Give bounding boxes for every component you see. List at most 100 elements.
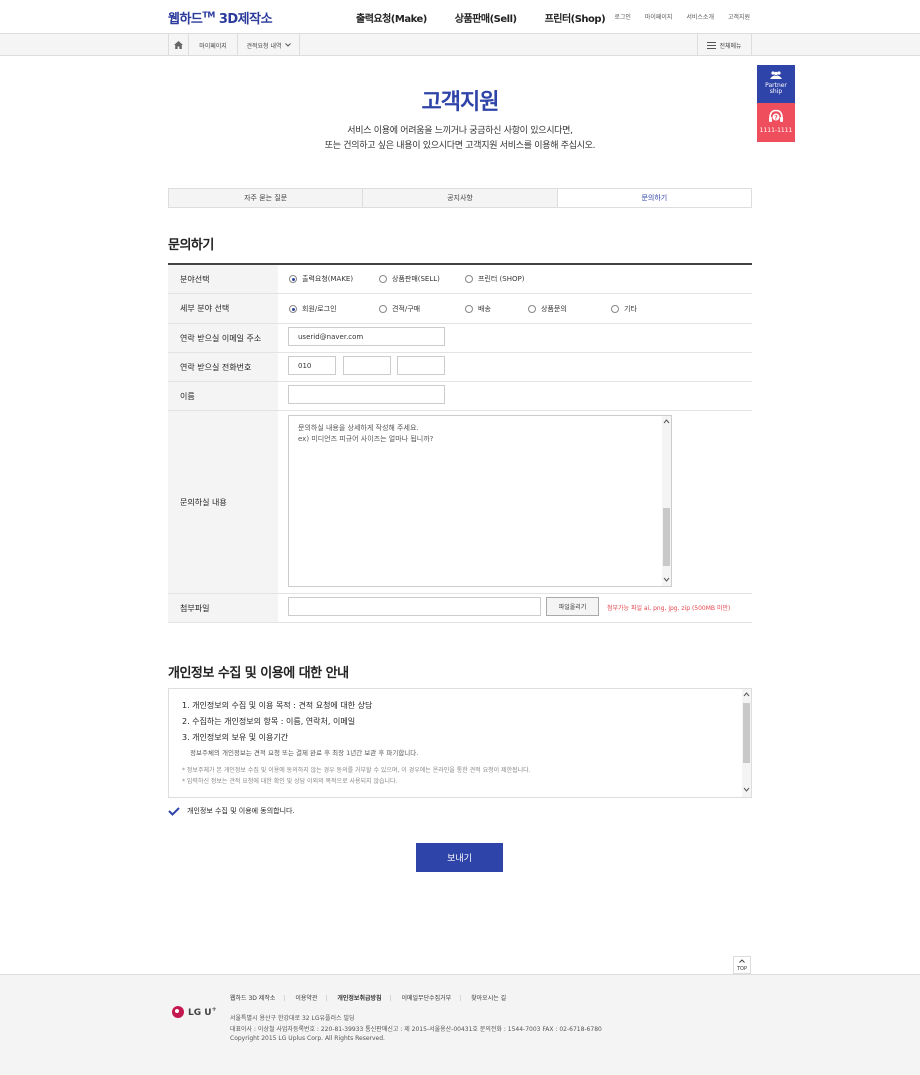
radio-dot — [465, 305, 473, 313]
content-line-1: 문의하실 내용을 상세하게 작성해 주세요. — [298, 424, 419, 432]
privacy-item-1: 1. 개인정보의 수집 및 이용 목적 : 견적 요청에 대한 상담 — [182, 701, 373, 710]
radio-sub-product[interactable]: 상품문의 — [528, 304, 567, 314]
tab-inquiry[interactable]: 문의하기 — [557, 189, 751, 207]
submit-button[interactable]: 보내기 — [416, 843, 503, 872]
content-textarea[interactable]: 문의하실 내용을 상세하게 작성해 주세요. ex) 미디언즈 피규어 사이즈는… — [288, 415, 672, 587]
file-path-field[interactable] — [288, 597, 541, 616]
privacy-item-2: 2. 수집하는 개인정보의 항목 : 이름, 연락처, 이메일 — [182, 717, 356, 726]
phone-field-2[interactable] — [343, 356, 391, 375]
page-title: 고객지원 — [421, 90, 500, 115]
all-menu-label: 전체메뉴 — [719, 42, 742, 50]
phone-field-3[interactable] — [397, 356, 445, 375]
radio-label: 기타 — [624, 305, 637, 313]
tab-notice[interactable]: 공지사항 — [363, 189, 558, 207]
name-field[interactable] — [288, 385, 445, 404]
content-line-2: ex) 미디언즈 피규어 사이즈는 얼마나 됩니까? — [298, 435, 434, 443]
radio-dot — [465, 275, 473, 283]
field-label: 분야선택 — [168, 265, 278, 293]
breadcrumb-estimates-label: 견적요청 내역 — [246, 42, 282, 50]
all-menu-button[interactable]: 전체메뉴 — [697, 34, 752, 56]
footer-link-directions[interactable]: 찾아오시는 길 — [471, 995, 506, 1002]
arrow-up-icon — [739, 959, 745, 963]
privacy-scrollbar[interactable] — [742, 689, 751, 797]
email-field[interactable]: userid@naver.com — [288, 327, 445, 346]
radio-label: 배송 — [478, 305, 491, 313]
file-label: 첨부파일 — [168, 594, 278, 622]
breadcrumb-estimates[interactable]: 견적요청 내역 — [238, 34, 300, 56]
radio-label: 출력요청(MAKE) — [302, 275, 354, 283]
radio-field-sell[interactable]: 상품판매(SELL) — [379, 274, 440, 284]
checkmark-icon — [168, 806, 180, 816]
page-description-line-2: 또는 건의하고 싶은 내용이 있으시다면 고객지원 서비스를 이용해 주십시오. — [324, 141, 596, 151]
file-note: 첨부가능 파일 ai, png, jpg, zip (500MB 미만) — [607, 605, 731, 612]
main-nav: 출력요청(Make) 상품판매(Sell) 프린터(Shop) — [356, 10, 630, 25]
radio-sub-delivery[interactable]: 배송 — [465, 304, 491, 314]
name-label: 이름 — [168, 382, 278, 410]
privacy-note-2: * 입력하신 정보는 견적 요청에 대한 확인 및 상담 이외의 목적으로 사용… — [182, 778, 398, 785]
form-row-phone: 연락 받으실 전화번호 — [168, 353, 752, 382]
form-row-name: 이름 — [168, 382, 752, 411]
file-upload-button[interactable]: 파일올리기 — [546, 597, 599, 616]
util-login[interactable]: 로그인 — [614, 14, 631, 21]
nav-shop[interactable]: 프린터(Shop) — [545, 14, 606, 25]
footer-copyright: Copyright 2015 LG Uplus Corp. All Rights… — [230, 1035, 385, 1042]
footer-links: 웹하드 3D 제작소 | 이용약관 | 개인정보취급방침 | 이메일무단수집거부 | 찾… — [230, 995, 507, 1002]
radio-dot — [289, 275, 297, 283]
form-row-email: 연락 받으실 이메일 주소 — [168, 324, 752, 353]
radio-dot — [611, 305, 619, 313]
radio-sub-login[interactable]: 회원/로그인 — [289, 304, 337, 314]
radio-dot — [289, 305, 297, 313]
radio-dot — [528, 305, 536, 313]
util-service[interactable]: 서비스소개 — [686, 14, 714, 21]
support-tabs: 자주 묻는 질문 공지사항 문의하기 — [168, 188, 752, 208]
privacy-heading: 개인정보 수집 및 이용에 대한 안내 — [168, 666, 349, 681]
footer-link-email-refuse[interactable]: 이메일무단수집거부 — [402, 995, 452, 1002]
site-logo[interactable]: 웹하드TM 3D제작소 — [168, 8, 273, 27]
tab-faq[interactable]: 자주 묻는 질문 — [169, 189, 364, 207]
util-mypage[interactable]: 마이페이지 — [645, 14, 673, 21]
page-description-line-1: 서비스 이용에 어려움을 느끼거나 궁금하신 사항이 있으시다면, — [347, 126, 573, 136]
breadcrumb-mypage[interactable]: 마이페이지 — [189, 34, 238, 56]
radio-sub-estimate[interactable]: 견적/구매 — [379, 304, 420, 314]
nav-make[interactable]: 출력요청(Make) — [356, 14, 427, 25]
util-support[interactable]: 고객지원 — [728, 14, 750, 21]
subfield-label: 세부 분야 선택 — [168, 294, 278, 323]
radio-sub-etc[interactable]: 기타 — [611, 304, 637, 314]
home-button[interactable] — [168, 34, 189, 56]
breadcrumb-bar — [0, 34, 920, 56]
textarea-scrollbar[interactable] — [662, 416, 671, 586]
hamburger-icon — [707, 41, 717, 49]
footer-link-privacy[interactable]: 개인정보취급방침 — [337, 995, 381, 1002]
scroll-top-button[interactable]: TOP — [733, 956, 751, 974]
radio-field-make[interactable]: 출력요청(MAKE) — [289, 274, 353, 284]
privacy-agree-label: 개인정보 수집 및 이용에 동의합니다. — [187, 807, 295, 815]
privacy-agree-checkbox[interactable]: 개인정보 수집 및 이용에 동의합니다. — [168, 806, 295, 816]
phone-field-1[interactable]: 010 — [288, 356, 336, 375]
radio-label: 견적/구매 — [392, 305, 421, 313]
privacy-note-1: * 정보주체가 본 개인정보 수집 및 이용에 동의하지 않는 경우 동의를 거… — [182, 767, 531, 774]
radio-label: 상품문의 — [541, 305, 567, 313]
form-row-subfield: 세부 분야 선택 — [168, 294, 752, 324]
people-icon — [770, 71, 782, 79]
radio-label: 상품판매(SELL) — [392, 275, 440, 283]
utility-nav: 로그인 마이페이지 서비스소개 고객지원 — [602, 12, 750, 21]
lg-uplus-logo: LG U+ — [172, 1006, 217, 1018]
privacy-item-3-sub: 정보주체의 개인정보는 견적 요청 또는 결제 완료 후 최장 1년간 보관 후… — [190, 749, 419, 757]
page-description: 서비스 이용에 어려움을 느끼거나 궁금하신 사항이 있으시다면, 또는 건의하… — [0, 124, 920, 154]
footer-link-terms[interactable]: 이용약관 — [295, 995, 317, 1002]
footer-address: 서울특별시 용산구 한강대로 32 LG유플러스 빌딩 — [230, 1015, 355, 1022]
home-icon — [174, 41, 183, 49]
radio-field-shop[interactable]: 프린터 (SHOP) — [465, 274, 524, 284]
footer-company-info: 대표이사 : 이상철 사업자등록번호 : 220-81-39933 통신판매신고… — [230, 1026, 602, 1033]
radio-label: 프린터 (SHOP) — [478, 275, 525, 283]
privacy-item-3: 3. 개인정보의 보유 및 이용기간 — [182, 733, 289, 742]
radio-dot — [379, 305, 387, 313]
inquiry-heading: 문의하기 — [168, 238, 214, 253]
lg-logo-mark — [172, 1006, 184, 1018]
footer-link-home[interactable]: 웹하드 3D 제작소 — [230, 995, 275, 1002]
content-label: 문의하실 내용 — [168, 411, 278, 593]
chevron-down-icon — [284, 43, 291, 47]
top-label: TOP — [736, 966, 747, 972]
form-row-field: 분야선택 — [168, 265, 752, 294]
nav-sell[interactable]: 상품판매(Sell) — [455, 14, 517, 25]
